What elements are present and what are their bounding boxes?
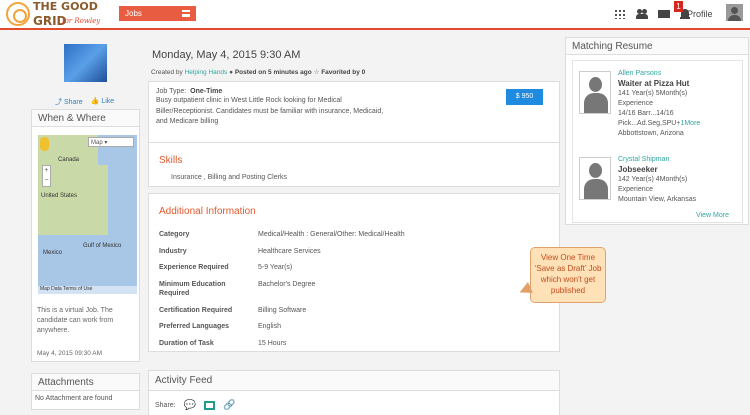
activity-share-label: Share: (155, 402, 176, 409)
attachments-title: Attachments (32, 374, 139, 391)
favorited-count: Favorited by 0 (321, 69, 366, 76)
mail-icon[interactable] (658, 10, 670, 18)
info-value: English (258, 323, 281, 330)
resume-job: Waiter at Pizza Hut (618, 79, 690, 88)
info-key: Industry (159, 248, 187, 255)
users-icon[interactable] (636, 9, 648, 19)
resume-location: Abbottstown, Arizona (618, 130, 684, 137)
resume-exp-label: Experience (618, 186, 654, 193)
share-label: Share (63, 99, 83, 106)
info-key: Certification Required (159, 307, 233, 314)
info-key: Duration of Task (159, 340, 214, 347)
star-icon: ☆ (313, 69, 320, 76)
clock-icon: ● (229, 69, 233, 76)
share-like-row: ⤴ Share 👍 Like (55, 97, 114, 107)
resume-name[interactable]: Allen Parsons (618, 69, 746, 79)
additional-info-card: Additional Information Category Medical/H… (148, 193, 560, 352)
matching-resume-panel: Matching Resume Allen Parsons Waiter at … (565, 37, 749, 225)
map-label-gulf: Gulf of Mexico (83, 243, 122, 249)
created-by-prefix: Created by (151, 69, 183, 76)
avatar[interactable] (726, 4, 743, 21)
jobs-label: Jobs (125, 9, 142, 18)
activity-feed-card: Activity Feed Share: 💬 🔗 (148, 370, 560, 415)
zoom-out-button[interactable]: − (43, 176, 50, 186)
info-value: 5-9 Year(s) (258, 264, 293, 271)
logo-sub: for Rowley (62, 17, 101, 25)
map-label-mexico: Mexico (43, 250, 63, 256)
zoom-control[interactable]: + − (42, 165, 51, 187)
person-avatar-icon (579, 157, 611, 200)
resume-skills-text: 14/16 Barr...14/16 Pick...Ad.Seg,SPU+ (618, 110, 681, 127)
resume-skills: 14/16 Barr...14/16 Pick...Ad.Seg,SPU+1Mo… (618, 109, 746, 129)
skills-list: Insurance , Billing and Posting Clerks (171, 174, 287, 181)
view-more-link[interactable]: View More (696, 212, 729, 219)
pegman-icon[interactable] (40, 137, 49, 151)
person-avatar-icon (579, 71, 611, 114)
info-value: Billing Software (258, 307, 307, 314)
jobs-menu-button[interactable]: Jobs (119, 6, 196, 21)
grid-icon[interactable] (614, 9, 626, 19)
created-by-link[interactable]: Helping Hands (185, 69, 228, 76)
hamburger-icon (182, 10, 190, 17)
when-where-panel: When & Where + − Map ▾ Canada United Sta… (31, 109, 140, 362)
photo-icon[interactable] (204, 401, 216, 410)
profile-link[interactable]: Profile (687, 9, 713, 19)
resume-exp-label: Experience (618, 100, 654, 107)
info-value: 15 Hours (258, 340, 287, 347)
info-key: Preferred Languages (159, 323, 230, 330)
job-image (64, 44, 107, 82)
location-map[interactable]: + − Map ▾ Canada United States Gulf of M… (38, 135, 137, 294)
share-button[interactable]: ⤴ Share (55, 97, 83, 107)
when-where-title: When & Where (32, 110, 139, 127)
price-button[interactable]: $ 950 (506, 89, 543, 105)
skills-card: Skills Insurance , Billing and Posting C… (148, 142, 560, 187)
resume-name[interactable]: Crystal Shipman (618, 155, 746, 165)
resume-exp: 142 Year(s) 4Month(s) (618, 176, 688, 183)
activity-share-row: Share: 💬 🔗 (155, 400, 236, 411)
resume-location: Mountain View, Arkansas (618, 196, 697, 203)
notification-badge: 1 (674, 1, 683, 12)
info-key: Minimum Education Required (159, 281, 226, 297)
info-key: Experience Required (159, 264, 229, 271)
virtual-job-text: This is a virtual Job. The candidate can… (37, 307, 114, 334)
like-button[interactable]: 👍 Like (91, 97, 115, 107)
map-label-us: United States (41, 193, 78, 199)
info-key: Category (159, 231, 190, 238)
map-type-select[interactable]: Map ▾ (88, 137, 134, 147)
logo-line1: THE GOOD (33, 0, 98, 13)
map-type-label: Map (91, 140, 103, 146)
matching-resume-title: Matching Resume (566, 38, 748, 55)
info-title: Additional Information (159, 206, 256, 217)
link-icon[interactable]: 🔗 (223, 400, 235, 411)
activity-feed-title: Activity Feed (149, 371, 559, 391)
top-navbar: THE GOOD GRID for Rowley Jobs 1 Profile (0, 0, 750, 30)
attachments-panel: Attachments No Attachment are found (31, 373, 140, 410)
job-meta: Created by Helping Hands ● Posted on 5 m… (151, 68, 365, 76)
skills-title: Skills (159, 155, 183, 166)
map-label-canada: Canada (58, 157, 80, 163)
resume-more-link[interactable]: 1More (680, 120, 700, 127)
posted-time: Posted on 5 minutes ago (234, 69, 312, 76)
left-date: May 4, 2015 09:30 AM (37, 350, 103, 357)
info-value: Medical/Health : General/Other: Medical/… (258, 231, 405, 238)
logo[interactable]: THE GOOD GRID for Rowley (6, 0, 106, 28)
job-description: Busy outpatient clinic in West Little Ro… (156, 97, 384, 125)
resume-job: Jobseeker (618, 165, 658, 174)
info-value: Healthcare Services (258, 248, 321, 255)
info-value: Bachelor's Degree (258, 281, 316, 288)
resume-info: Crystal Shipman Jobseeker 142 Year(s) 4M… (618, 155, 746, 205)
map-footer: Map Data Terms of Use (38, 286, 137, 294)
comment-icon[interactable]: 💬 (184, 400, 196, 411)
attachments-empty: No Attachment are found (35, 395, 113, 402)
resume-exp: 141 Year(s) 5Month(s) (618, 90, 688, 97)
job-type-label: Job Type: (156, 88, 187, 95)
resume-info: Allen Parsons Waiter at Pizza Hut 141 Ye… (618, 69, 746, 139)
like-label: Like (101, 98, 115, 105)
zoom-in-button[interactable]: + (43, 166, 50, 176)
annotation-callout: View One Time ‘Save as Draft’ Job which … (530, 247, 606, 303)
page-title: Monday, May 4, 2015 9:30 AM (152, 49, 301, 61)
logo-sun-icon (6, 2, 30, 26)
job-type-value: One-Time (190, 88, 223, 95)
